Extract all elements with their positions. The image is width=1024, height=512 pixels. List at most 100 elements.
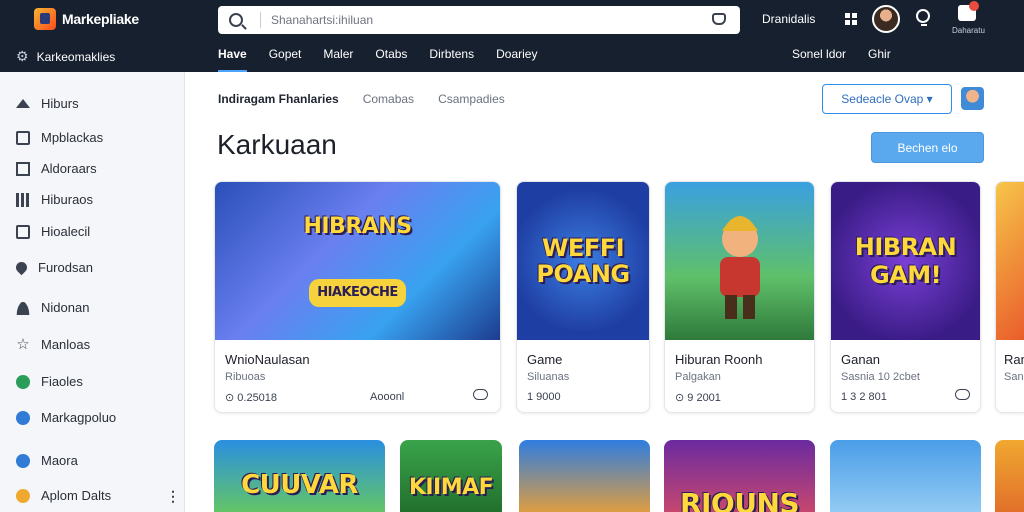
apps-grid-icon[interactable]	[845, 13, 857, 25]
marketplace-app: Markepliake ⚙ Karkeomaklies Dranidalis D…	[0, 0, 1024, 512]
character-illustration	[719, 216, 760, 319]
section-title: Karkuaan	[217, 129, 337, 160]
game-card-subtitle: San	[1004, 371, 1024, 383]
sidebar-item-hiburaos[interactable]: Hiburaos	[16, 192, 93, 207]
sidebar-item-mpblackas[interactable]: Mpblackas	[16, 130, 103, 145]
blue-circle-icon	[16, 410, 30, 425]
game-card-title: Game	[527, 352, 563, 367]
blue-dot-icon	[16, 453, 30, 468]
search-icon[interactable]	[229, 13, 243, 27]
notification-icon[interactable]	[916, 9, 930, 26]
sidebar-item-label: Aplom Dalts	[41, 488, 112, 503]
nav-right-links: Sonel ldor Ghir	[792, 47, 891, 61]
sidebar-item-aldoraars[interactable]: Aldoraars	[16, 161, 97, 176]
nav-link-ghir[interactable]: Ghir	[868, 47, 891, 61]
sidebar-header[interactable]: ⚙ Karkeomaklies	[16, 48, 115, 65]
sidebar-item-label: Manloas	[41, 337, 91, 352]
game-card-art: WEFFI POANG	[517, 182, 649, 340]
game-card[interactable]: HIBRAN GAM! Ganan Sasnia 10 2cbet 1 3 2 …	[830, 181, 981, 413]
yellow-circle-icon	[16, 488, 30, 503]
sidebar-item-aplom-dalts[interactable]: Aplom Dalts	[16, 488, 111, 503]
user-avatar[interactable]	[872, 5, 900, 33]
monitor-icon	[16, 161, 30, 176]
brand-logo-icon	[34, 8, 56, 30]
search-input[interactable]	[271, 13, 691, 27]
brand[interactable]: Markepliake	[34, 8, 139, 30]
tab-have[interactable]: Have	[218, 47, 247, 72]
comment-icon[interactable]	[473, 389, 488, 400]
game-card[interactable]: HIBRANS HIAKEOCHE WnioNaulasan Ribuoas ⊙…	[214, 181, 501, 413]
brand-name: Markepliake	[62, 11, 139, 27]
sidebar-item-fiaoles[interactable]: Fiaoles	[16, 374, 83, 389]
sidebar-item-label: Furodsan	[38, 260, 93, 275]
sidebar-item-hioalecil[interactable]: Hioalecil	[16, 224, 90, 239]
game-card-art-title: RIOUNS	[679, 487, 800, 512]
tab-maler[interactable]: Maler	[323, 47, 353, 72]
game-card-meta: ⊙ 9 2001	[675, 392, 721, 404]
game-card-art	[665, 182, 814, 340]
section-action-button[interactable]: Bechen elo	[871, 132, 984, 163]
game-card[interactable]	[995, 440, 1024, 512]
sidebar-item-hiburs[interactable]: Hiburs	[16, 96, 79, 111]
nav-tabs: Have Gopet Maler Otabs Dirbtens Doariey	[218, 47, 537, 72]
tab-gopet[interactable]: Gopet	[269, 47, 302, 72]
sidebar-item-label: Nidonan	[41, 300, 90, 315]
game-card[interactable]: RIOUNS	[664, 440, 815, 512]
comment-icon[interactable]	[955, 389, 970, 400]
tab-otabs[interactable]: Otabs	[375, 47, 407, 72]
sidebar-item-label: Hiburs	[41, 96, 79, 111]
sidebar-item-label: Mpblackas	[41, 130, 104, 145]
nav-link-sonel[interactable]: Sonel ldor	[792, 47, 846, 61]
filter-comabas[interactable]: Comabas	[363, 92, 414, 106]
game-card[interactable]: Ran San	[995, 181, 1024, 413]
game-card-subtitle: Sasnia 10 2cbet	[841, 371, 920, 383]
game-card-meta: 1 3 2 801	[841, 391, 887, 403]
game-card-art-title: KIIMAF	[408, 475, 494, 500]
game-card[interactable]	[519, 440, 650, 512]
person-icon	[16, 300, 30, 315]
game-card-art-title: HIBRAN GAM!	[854, 233, 957, 289]
game-card[interactable]: WEFFI POANG Game Siluanas 1 9000	[516, 181, 650, 413]
tab-doariey[interactable]: Doariey	[496, 47, 537, 72]
user-thumbnail[interactable]	[961, 87, 984, 110]
house-icon	[16, 99, 30, 108]
sidebar-item-maora[interactable]: Maora	[16, 453, 78, 468]
store-label: Daharatu	[952, 26, 985, 35]
game-card-subtitle: Palgakan	[675, 371, 721, 383]
more-options-icon[interactable]: ⋮	[166, 488, 180, 505]
voice-search-icon[interactable]	[712, 13, 726, 25]
game-card[interactable]: Hiburan Roonh Palgakan ⊙ 9 2001	[664, 181, 815, 413]
filter-csampadies[interactable]: Csampadies	[438, 92, 505, 106]
square-icon	[16, 224, 30, 239]
sidebar-item-manloas[interactable]: ☆ Manloas	[16, 335, 91, 353]
pin-icon	[13, 259, 30, 276]
store-badge	[969, 1, 979, 11]
book-icon	[16, 130, 30, 145]
top-bar: Markepliake ⚙ Karkeomaklies Dranidalis D…	[0, 0, 1024, 72]
sidebar-item-label: Hioalecil	[41, 224, 91, 239]
sidebar-item-nidonan[interactable]: Nidonan	[16, 300, 89, 315]
game-card-subtitle: Ribuoas	[225, 371, 266, 383]
game-card-subtitle: Siluanas	[527, 371, 570, 383]
green-circle-icon	[16, 374, 30, 389]
filter-bar: Indiragam Fhanlaries Comabas Csampadies	[218, 92, 529, 106]
filter-indiragam[interactable]: Indiragam Fhanlaries	[218, 92, 339, 106]
game-card-meta: ⊙ 0.25018	[225, 392, 278, 404]
game-card-art	[996, 182, 1024, 340]
game-card[interactable]: KIIMAF	[400, 440, 502, 512]
game-card-title: Ran	[1004, 352, 1024, 367]
sidebar-item-furodsan[interactable]: Furodsan	[13, 259, 93, 276]
grid-icon	[16, 192, 30, 207]
game-card-art-banner: HIAKEOCHE	[309, 279, 406, 307]
game-card-extra: Aooonl	[370, 391, 405, 403]
sidebar-item-label: Fiaoles	[41, 374, 83, 389]
top-right-label[interactable]: Dranidalis	[762, 12, 815, 26]
gear-icon: ⚙	[16, 48, 29, 64]
game-card[interactable]	[830, 440, 981, 512]
sidebar-item-label: Hiburaos	[41, 192, 94, 207]
star-icon: ☆	[16, 335, 30, 353]
game-card[interactable]: CUUVAR	[214, 440, 385, 512]
sidebar-item-markagpoluo[interactable]: Markagpoluo	[16, 410, 116, 425]
tab-dirbtens[interactable]: Dirbtens	[429, 47, 474, 72]
filter-select[interactable]: Sedeacle Ovap ▾	[822, 84, 952, 114]
